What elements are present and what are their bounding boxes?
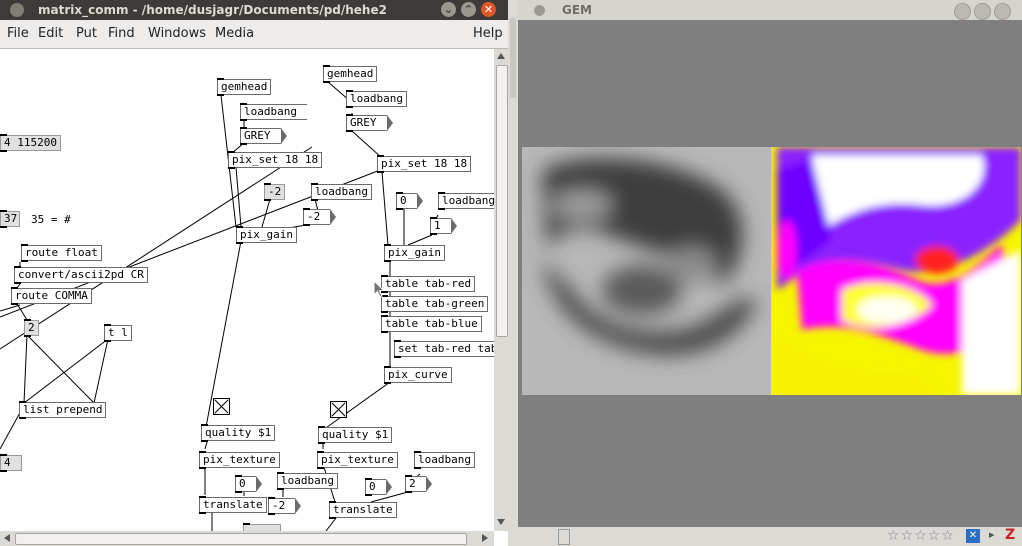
comment-35: 35 = # [31, 213, 71, 226]
tray-z-icon[interactable]: Z [1005, 527, 1015, 543]
pix-set-object-2[interactable]: pix_set 18 18 [377, 155, 472, 173]
number-box-m2[interactable]: -2 [264, 183, 286, 201]
translate-object-2[interactable]: translate [329, 501, 397, 519]
number-box-37[interactable]: 37 [0, 210, 20, 228]
number-box-2b[interactable]: 2 [405, 475, 432, 493]
grey-message-2[interactable]: GREY [346, 114, 393, 132]
grey-message-1-label: GREY [244, 129, 271, 142]
route-float-object[interactable]: route float [21, 244, 102, 262]
pix-gain-object-2[interactable]: pix_gain [384, 244, 445, 262]
vertical-scrollbar[interactable] [494, 49, 508, 531]
loadbang-object-6[interactable]: loadbang [414, 451, 475, 469]
gemhead-object-2[interactable]: gemhead [323, 65, 378, 83]
pix-gain-object-1[interactable]: pix_gain [236, 226, 297, 244]
scroll-left-icon[interactable] [4, 534, 10, 542]
horizontal-scroll-thumb[interactable] [15, 533, 467, 545]
translate-object-1[interactable]: translate [199, 496, 267, 514]
baud-number[interactable]: 4 115200 [0, 134, 61, 152]
vertical-scroll-thumb[interactable] [496, 65, 508, 337]
scroll-down-icon[interactable] [497, 519, 505, 525]
loadbang-object-4[interactable]: loadbang [346, 90, 407, 108]
grey-message-1[interactable]: GREY [240, 127, 287, 145]
scroll-up-icon[interactable] [497, 53, 505, 59]
gem-close-icon[interactable] [994, 3, 1011, 20]
tray-arrow-icon[interactable]: ▸ [989, 528, 995, 541]
number-box-0b-label: 0 [400, 194, 407, 207]
number-box-2b-label: 2 [409, 477, 416, 490]
window-menu-icon[interactable] [10, 3, 24, 17]
loadbang-object-3[interactable]: loadbang [277, 472, 338, 490]
scroll-right-icon[interactable] [482, 534, 488, 542]
gem-window-menu-icon[interactable] [534, 5, 545, 16]
pd-titlebar[interactable]: matrix_comm - /home/dusjagr/Documents/pd… [0, 0, 508, 20]
menu-find[interactable]: Find [108, 26, 135, 41]
list-prepend-object[interactable]: list prepend [19, 401, 107, 419]
pd-window-title: matrix_comm - /home/dusjagr/Documents/pd… [38, 3, 387, 17]
divider-grip [510, 18, 516, 98]
pix-set-object-1[interactable]: pix_set 18 18 [228, 151, 323, 169]
number-box-m2c[interactable]: -2 [268, 497, 302, 515]
quality-object-2[interactable]: quality $1 [318, 426, 393, 444]
loadbang-object-2[interactable]: loadbang [311, 183, 372, 201]
panel-separator [558, 529, 570, 545]
menu-edit[interactable]: Edit [38, 26, 63, 41]
number-box-0a-label: 0 [239, 477, 246, 490]
menu-media[interactable]: Media [215, 26, 254, 41]
patch-canvas[interactable]: 4 115200 37 35 = # route float convert/a… [0, 49, 494, 531]
toggle-1[interactable] [213, 398, 230, 415]
number-box-4[interactable]: 4 [0, 454, 22, 472]
menu-put[interactable]: Put [76, 26, 97, 41]
gem-minimize-icon[interactable] [954, 3, 971, 20]
loadbang-object-5[interactable]: loadbang [438, 192, 494, 210]
number-box-0b[interactable]: 0 [396, 192, 423, 210]
gem-render-output [522, 147, 1021, 395]
pix-texture-object-1[interactable]: pix_texture [199, 451, 280, 469]
trigger-list-object[interactable]: t l [104, 324, 132, 342]
route-comma-object[interactable]: route COMMA [11, 287, 92, 305]
pix-texture-object-2[interactable]: pix_texture [317, 451, 398, 469]
number-box-m2b-label: -2 [307, 210, 321, 223]
number-box-1[interactable]: 1 [430, 217, 457, 235]
minimize-icon[interactable]: ⌄ [441, 2, 456, 17]
menu-windows[interactable]: Windows [148, 26, 206, 41]
gem-render-window: GEM [518, 0, 1022, 527]
toggle-2[interactable] [330, 401, 347, 418]
number-box-1-label: 1 [434, 219, 441, 232]
table-tab-red[interactable]: table tab-red [381, 275, 476, 293]
rating-stars-icon[interactable]: ☆☆☆☆☆ [887, 528, 955, 544]
number-box-0c[interactable]: 0 [365, 478, 392, 496]
menu-help[interactable]: Help [473, 26, 503, 41]
bottom-panel: ☆☆☆☆☆ ✕ ▸ Z [518, 527, 1022, 546]
table-tab-green[interactable]: table tab-green [381, 295, 489, 313]
maximize-icon[interactable]: ⌃ [461, 2, 476, 17]
number-box-m2b[interactable]: -2 [303, 208, 337, 226]
gem-render-view[interactable] [522, 20, 1021, 522]
grey-message-2-label: GREY [350, 116, 377, 129]
gem-maximize-icon[interactable] [974, 3, 991, 20]
close-icon[interactable]: ✕ [481, 2, 496, 17]
pd-menubar: File Edit Put Find Windows Media Help [0, 20, 508, 49]
mouse-cursor-icon [373, 280, 385, 298]
pix-curve-object[interactable]: pix_curve [384, 366, 452, 384]
convert-ascii-object[interactable]: convert/ascii2pd CR [14, 266, 148, 284]
number-box-0c-label: 0 [369, 480, 376, 493]
table-tab-blue[interactable]: table tab-blue [381, 315, 482, 333]
gem-window-title: GEM [562, 3, 592, 17]
number-box-m2c-label: -2 [272, 499, 286, 512]
number-box-bottom[interactable] [243, 523, 281, 531]
quality-object-1[interactable]: quality $1 [201, 424, 276, 442]
gemhead-object-1[interactable]: gemhead [217, 78, 272, 96]
menu-file[interactable]: File [7, 26, 29, 41]
number-box-2[interactable]: 2 [24, 319, 39, 337]
tray-app-icon[interactable]: ✕ [966, 529, 980, 543]
pd-patch-window: matrix_comm - /home/dusjagr/Documents/pd… [0, 0, 508, 546]
set-tab-red-message[interactable]: set tab-red tab- [394, 340, 494, 358]
number-box-0a[interactable]: 0 [235, 475, 262, 493]
window-divider [508, 0, 518, 546]
loadbang-object-1[interactable]: loadbang [240, 103, 307, 121]
gem-titlebar[interactable]: GEM [518, 0, 1022, 20]
horizontal-scrollbar[interactable] [0, 531, 494, 546]
